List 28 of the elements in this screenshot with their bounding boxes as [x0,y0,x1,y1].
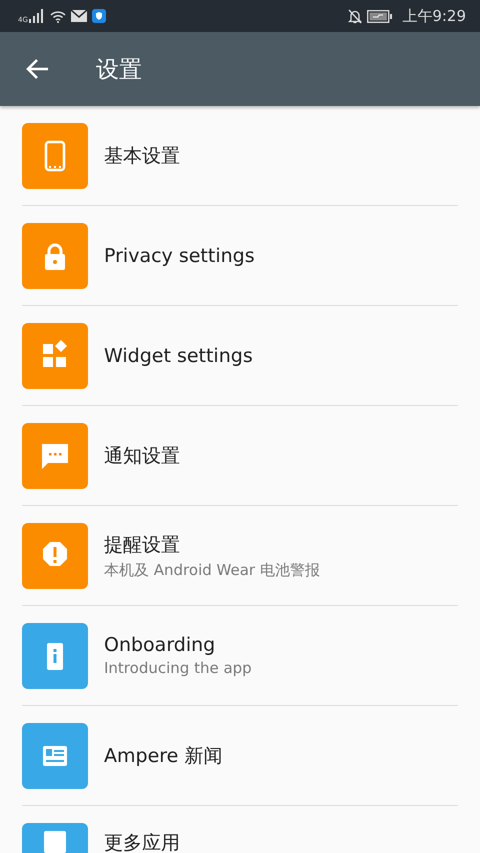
settings-item[interactable]: 提醒设置 本机及 Android Wear 电池警报 [22,506,458,606]
screen-title: 设置 [96,56,142,84]
item-title: 更多应用 [104,831,180,853]
item-subtitle: 本机及 Android Wear 电池警报 [104,560,320,580]
item-title: 基本设置 [104,144,180,168]
settings-item[interactable]: Widget settings [22,306,458,406]
settings-item[interactable]: 基本设置 [22,106,458,206]
item-subtitle: Introducing the app [104,659,252,677]
item-title: Widget settings [104,344,253,366]
back-arrow-icon[interactable] [26,58,50,80]
item-title: Onboarding [104,634,216,656]
settings-item[interactable]: Ampere 新闻 [22,706,458,806]
settings-item[interactable]: Privacy settings [22,206,458,306]
settings-item[interactable]: 通知设置 [22,406,458,506]
apps-icon [44,831,66,853]
settings-item[interactable]: Onboarding Introducing the app [22,606,458,706]
item-title: 提醒设置 [104,532,181,558]
shield-icon [92,9,106,23]
signal-icon [28,9,45,23]
mail-icon [70,10,87,22]
clock-time: 上午9:29 [402,6,466,26]
battery-icon [367,10,394,22]
item-title: 通知设置 [104,444,180,468]
item-title: Ampere 新闻 [104,744,222,768]
wifi-icon [50,10,66,22]
muted-bell-icon [348,8,362,24]
settings-item[interactable]: 更多应用 [22,806,458,853]
item-title: Privacy settings [104,244,255,266]
